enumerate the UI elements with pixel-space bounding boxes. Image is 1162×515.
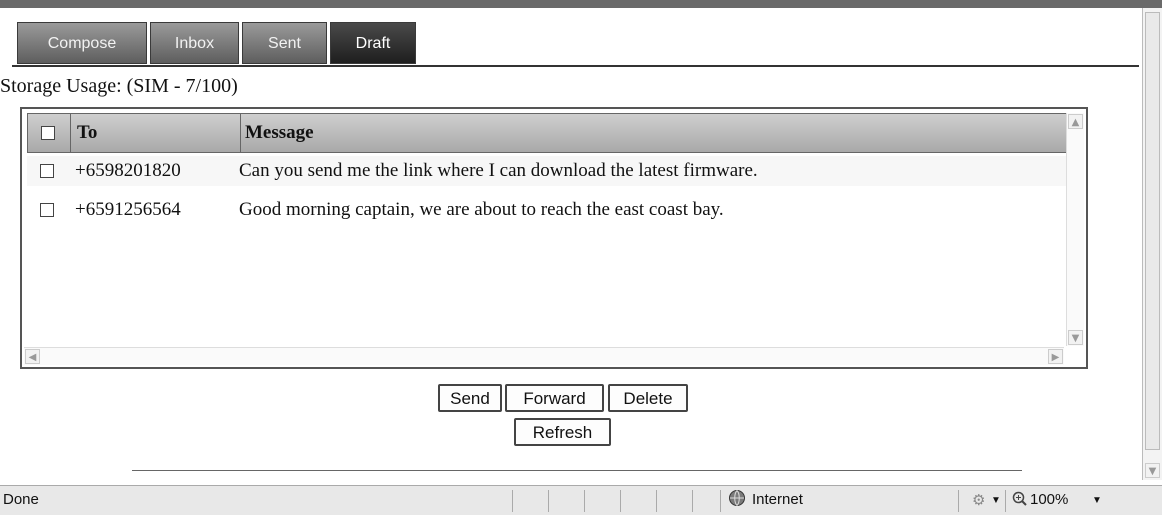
- scroll-left-icon[interactable]: ◀: [25, 349, 40, 364]
- tab-compose[interactable]: Compose: [17, 22, 147, 64]
- header-select-cell: [28, 114, 71, 152]
- recipient-number: +6598201820: [75, 160, 181, 181]
- status-divider: [720, 490, 721, 512]
- forward-button[interactable]: Forward: [505, 384, 604, 412]
- table-row[interactable]: +6598201820 Can you send me the link whe…: [27, 156, 1075, 186]
- status-divider: [1005, 490, 1006, 512]
- status-text: Done: [3, 491, 39, 508]
- tab-bar: Compose Inbox Sent Draft: [17, 22, 416, 66]
- status-divider: [512, 490, 513, 512]
- page-vertical-scrollbar[interactable]: ▼: [1142, 8, 1162, 480]
- table-header: To Message: [27, 113, 1075, 153]
- status-divider: [656, 490, 657, 512]
- scroll-up-icon[interactable]: ▲: [1068, 114, 1083, 129]
- status-divider: [620, 490, 621, 512]
- column-header-to[interactable]: To: [71, 114, 241, 152]
- delete-button[interactable]: Delete: [608, 384, 688, 412]
- table-row[interactable]: +6591256564 Good morning captain, we are…: [27, 195, 1075, 225]
- table-horizontal-scrollbar[interactable]: ◀ ▶: [24, 347, 1064, 365]
- status-divider: [548, 490, 549, 512]
- row-checkbox[interactable]: [40, 203, 54, 217]
- security-icon[interactable]: ⚙: [972, 491, 985, 509]
- tab-inbox[interactable]: Inbox: [150, 22, 239, 64]
- page-scroll-thumb[interactable]: [1145, 12, 1160, 450]
- select-all-checkbox[interactable]: [41, 126, 55, 140]
- status-divider: [584, 490, 585, 512]
- browser-status-bar: Done Internet ⚙ ▼ 100% ▼: [0, 485, 1162, 515]
- status-divider: [692, 490, 693, 512]
- status-divider: [958, 490, 959, 512]
- tab-sent[interactable]: Sent: [242, 22, 327, 64]
- recipient-number: +6591256564: [75, 199, 181, 220]
- zoom-icon[interactable]: [1012, 491, 1028, 511]
- message-text: Good morning captain, we are about to re…: [239, 199, 724, 220]
- security-zone-label: Internet: [752, 491, 803, 508]
- send-button[interactable]: Send: [438, 384, 502, 412]
- table-vertical-scrollbar[interactable]: ▲ ▼: [1066, 113, 1084, 346]
- tab-divider: [12, 65, 1139, 67]
- draft-message-table: To Message +6598201820 Can you send me t…: [20, 107, 1088, 369]
- refresh-button[interactable]: Refresh: [514, 418, 611, 446]
- globe-icon: [728, 489, 746, 511]
- scroll-down-icon[interactable]: ▼: [1068, 330, 1083, 345]
- window-top-border: [0, 0, 1162, 8]
- column-header-message[interactable]: Message: [241, 114, 1073, 152]
- zoom-level[interactable]: 100%: [1030, 491, 1068, 508]
- message-text: Can you send me the link where I can dow…: [239, 160, 758, 181]
- dropdown-arrow-icon[interactable]: ▼: [1092, 495, 1102, 506]
- storage-usage-label: Storage Usage: (SIM - 7/100): [0, 75, 238, 97]
- tab-draft[interactable]: Draft: [330, 22, 416, 64]
- dropdown-arrow-icon[interactable]: ▼: [991, 495, 1001, 506]
- row-checkbox[interactable]: [40, 164, 54, 178]
- content-divider: [132, 470, 1022, 471]
- scroll-right-icon[interactable]: ▶: [1048, 349, 1063, 364]
- scroll-down-icon[interactable]: ▼: [1145, 463, 1160, 478]
